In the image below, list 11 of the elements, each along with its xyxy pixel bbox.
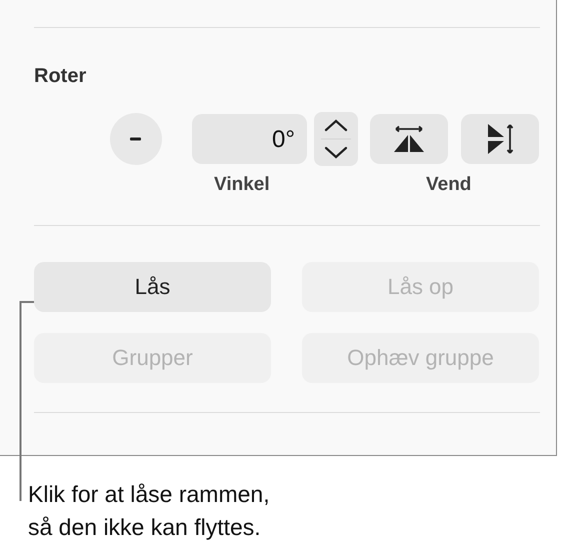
flip-label: Vend <box>426 174 472 196</box>
callout-text: Klik for at låse rammen, så den ikke kan flyttes. <box>28 480 270 542</box>
angle-stepper[interactable] <box>314 112 358 166</box>
section-title: Roter <box>34 65 88 88</box>
flip-vertical-icon <box>485 122 515 156</box>
flip-horizontal-icon <box>392 124 426 154</box>
angle-label: Vinkel <box>214 174 270 196</box>
flip-horizontal-button[interactable] <box>370 114 448 164</box>
action-button[interactable]: Lås <box>34 262 271 312</box>
angle-field[interactable]: 0° <box>192 114 307 164</box>
flip-vertical-button[interactable] <box>461 114 539 164</box>
